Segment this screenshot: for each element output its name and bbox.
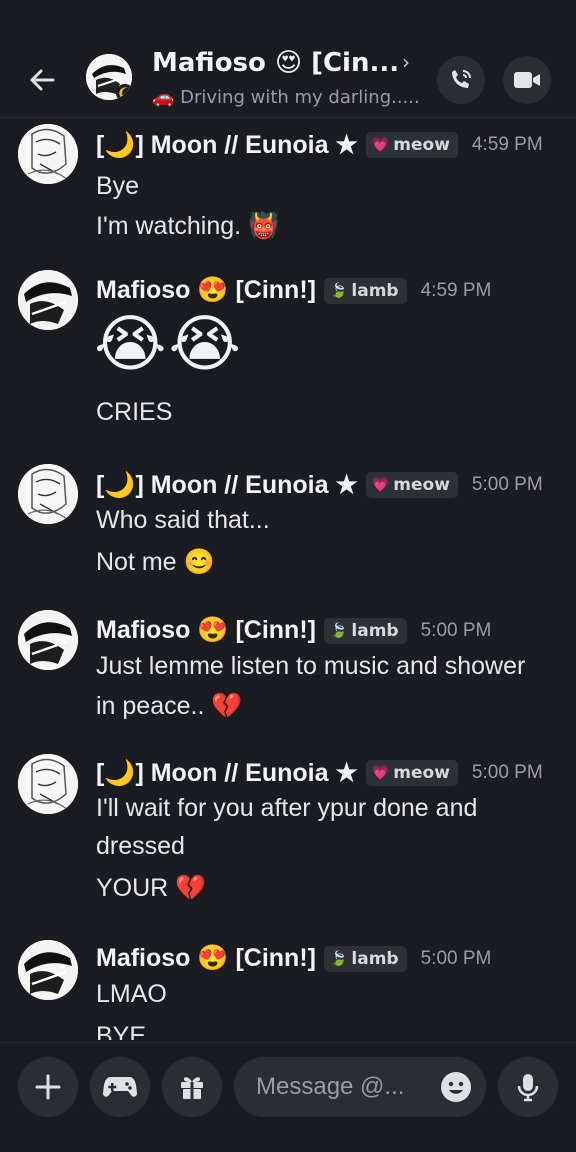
message-author[interactable]: [🌙] Moon // Eunoia ★ xyxy=(96,758,358,788)
jumbo-emoji-row: 😭 😭 xyxy=(94,306,241,382)
role-tag-label: lamb xyxy=(351,620,399,641)
message-text: YOUR 💔 xyxy=(96,874,207,902)
gift-icon xyxy=(181,1077,203,1099)
message-text: CRIES xyxy=(96,398,173,426)
video-call-icon xyxy=(514,72,540,88)
heart-icon: 💗 xyxy=(371,137,390,153)
back-arrow-icon[interactable] xyxy=(22,60,62,100)
gamepad-icon xyxy=(103,1077,137,1097)
message-text: Just lemme listen to music and shower xyxy=(96,652,526,680)
leaf-icon: 🍃 xyxy=(329,282,348,299)
emoji-icon[interactable] xyxy=(440,1071,472,1103)
heart-icon: 💗 xyxy=(371,477,390,493)
message-input-placeholder: Message @... xyxy=(256,1073,405,1100)
role-tag[interactable]: 🍃 lamb xyxy=(323,277,407,304)
message-author[interactable]: Mafioso 😍 [Cinn!] xyxy=(96,944,316,973)
role-tag-label: lamb xyxy=(351,280,399,301)
role-tag[interactable]: 🍃 lamb xyxy=(323,945,407,972)
plus-icon xyxy=(35,1074,61,1100)
add-attachment-button[interactable] xyxy=(18,1057,78,1117)
role-tag-label: meow xyxy=(393,763,450,783)
microphone-icon xyxy=(517,1074,539,1102)
header-status-text: 🚗 Driving with my darling..... xyxy=(152,87,420,108)
gift-button[interactable] xyxy=(162,1057,222,1117)
message-composer: Message @... xyxy=(0,1042,576,1152)
header-title[interactable]: Mafioso 😍 [Cin... xyxy=(152,48,399,78)
message-list[interactable]: [🌙] Moon // Eunoia ★ 💗 meow 4:59 PM Bye I… xyxy=(0,118,576,1040)
message-text: BYE xyxy=(96,1022,147,1040)
message-timestamp: 4:59 PM xyxy=(420,279,492,301)
loudly-crying-emoji[interactable]: 😭 xyxy=(168,306,240,382)
avatar-mafioso[interactable] xyxy=(18,270,78,330)
message-text: LMAO xyxy=(96,980,167,1008)
message-timestamp: 4:59 PM xyxy=(471,134,543,155)
activities-button[interactable] xyxy=(90,1057,150,1117)
header-avatar[interactable] xyxy=(86,54,132,100)
message-timestamp: 5:00 PM xyxy=(420,619,492,641)
leaf-icon: 🍃 xyxy=(329,950,348,967)
role-tag-label: meow xyxy=(393,135,450,155)
message-text: dressed xyxy=(96,832,185,860)
voice-message-button[interactable] xyxy=(498,1057,558,1117)
heart-icon: 💗 xyxy=(371,765,390,781)
message-text: I'm watching. 👹 xyxy=(96,212,280,240)
role-tag-label: meow xyxy=(393,475,450,495)
avatar-moon[interactable] xyxy=(18,464,78,524)
message-author[interactable]: Mafioso 😍 [Cinn!] xyxy=(96,276,316,305)
role-tag[interactable]: 💗 meow xyxy=(365,132,458,158)
chat-header: Mafioso 😍 [Cin... › 🚗 Driving with my da… xyxy=(0,0,576,118)
message-author[interactable]: [🌙] Moon // Eunoia ★ xyxy=(96,470,358,500)
message-text: I'll wait for you after ypur done and xyxy=(96,794,478,822)
avatar-mafioso[interactable] xyxy=(18,940,78,1000)
role-tag[interactable]: 💗 meow xyxy=(365,472,458,498)
message-text: Bye xyxy=(96,172,140,200)
message-timestamp: 5:00 PM xyxy=(420,947,492,969)
message-author[interactable]: [🌙] Moon // Eunoia ★ xyxy=(96,130,358,160)
video-call-button[interactable] xyxy=(503,56,551,104)
avatar-moon[interactable] xyxy=(18,754,78,814)
avatar-mafioso[interactable] xyxy=(18,610,78,670)
avatar-moon[interactable] xyxy=(18,124,78,184)
status-moon-icon xyxy=(116,84,132,100)
message-text: in peace.. 💔 xyxy=(96,692,243,720)
role-tag[interactable]: 🍃 lamb xyxy=(323,617,407,644)
message-text: Who said that... xyxy=(96,506,270,534)
message-author[interactable]: Mafioso 😍 [Cinn!] xyxy=(96,616,316,645)
loudly-crying-emoji[interactable]: 😭 xyxy=(94,306,166,382)
message-timestamp: 5:00 PM xyxy=(471,474,543,495)
message-input[interactable]: Message @... xyxy=(234,1057,486,1117)
role-tag[interactable]: 💗 meow xyxy=(365,760,458,786)
role-tag-label: lamb xyxy=(351,948,399,969)
message-timestamp: 5:00 PM xyxy=(471,762,543,783)
voice-call-button[interactable] xyxy=(437,56,485,104)
message-text: Not me 😊 xyxy=(96,548,215,576)
voice-call-icon xyxy=(452,70,471,88)
chevron-right-icon[interactable]: › xyxy=(402,50,410,74)
leaf-icon: 🍃 xyxy=(329,622,348,639)
